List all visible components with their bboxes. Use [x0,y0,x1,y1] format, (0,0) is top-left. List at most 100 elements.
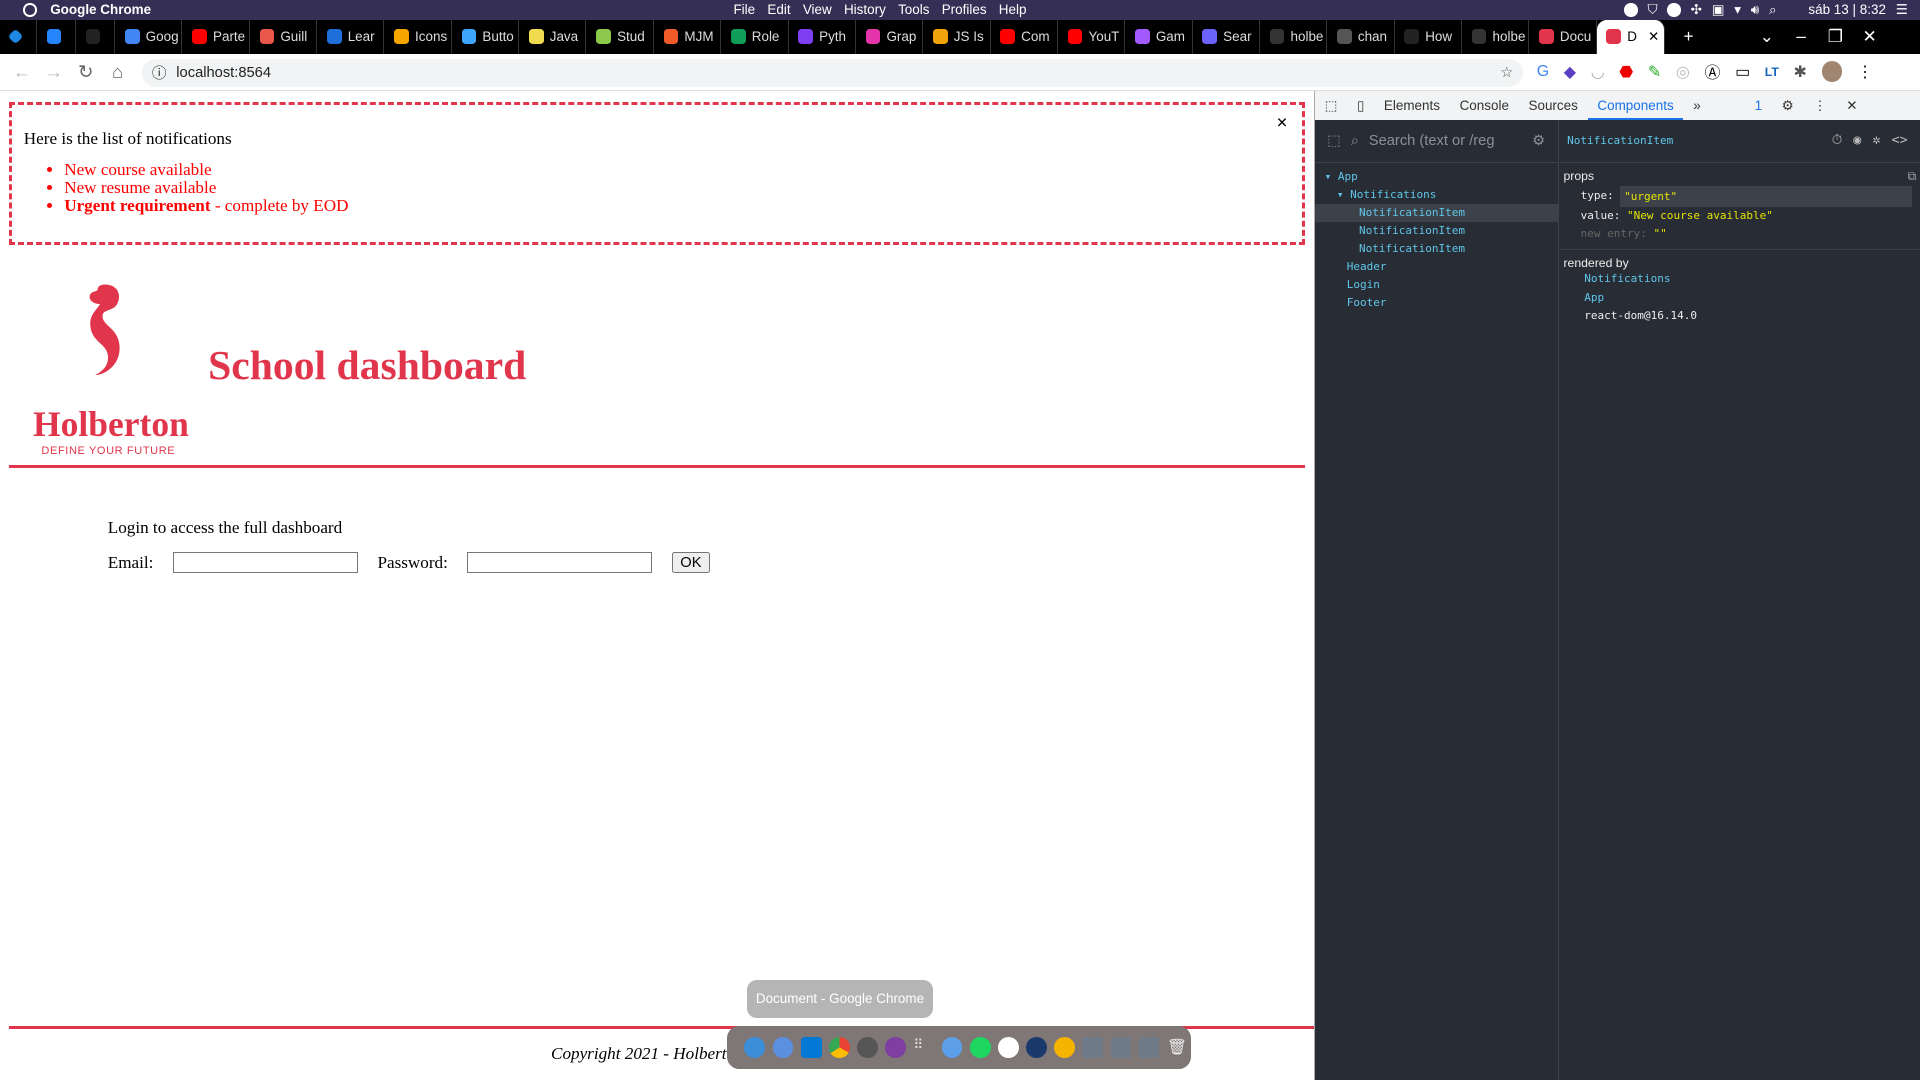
menu-tools[interactable]: Tools [898,2,929,17]
close-notifications-button[interactable]: × [1276,113,1287,135]
browser-tab[interactable]: How [1395,19,1462,54]
tab-sources[interactable]: Sources [1519,91,1588,120]
terminal-icon[interactable] [857,1037,878,1058]
tab-search-icon[interactable]: ⌄ [1758,26,1775,47]
google-translate-icon[interactable]: G [1537,63,1549,81]
kebab-menu-icon[interactable]: ⋮ [1857,62,1873,82]
tray-icon[interactable] [1667,3,1681,17]
avatar[interactable] [1821,61,1843,83]
tree-node[interactable]: Login [1315,276,1558,294]
volume-icon[interactable]: 🔊︎ [1751,2,1759,18]
bookmark-star-icon[interactable]: ☆ [1500,64,1513,81]
unknown-app-icon[interactable] [1110,1037,1132,1058]
password-field[interactable] [467,552,653,574]
tree-node[interactable]: NotificationItem [1315,240,1558,258]
menu-history[interactable]: History [844,2,886,17]
new-tab-icon[interactable]: + [1680,26,1697,47]
search-app-icon[interactable] [744,1037,766,1058]
search-icon[interactable]: ⌕ [1769,2,1777,18]
tree-node[interactable]: ▾ App [1315,168,1558,186]
url-text[interactable]: localhost:8564 [176,65,271,81]
select-component-icon[interactable]: ⬚ [1327,132,1341,149]
slack-icon[interactable]: ✣ [1691,2,1702,18]
info-icon[interactable]: ⓘ [152,62,167,83]
browser-tab[interactable]: Goog [115,19,183,54]
browser-tab[interactable]: Java [519,19,587,54]
tab-console[interactable]: Console [1450,91,1519,120]
menu-file[interactable]: File [733,2,755,17]
terminal-icon[interactable]: ▣ [1712,2,1725,18]
gear-icon[interactable]: ⚙ [1772,91,1804,120]
close-window-icon[interactable]: ✕ [1861,26,1878,47]
puzzle-icon[interactable]: ✱ [1794,62,1807,82]
rendered-by-item[interactable]: Notifications [1563,270,1916,288]
tree-node-selected[interactable]: NotificationItem [1314,203,1558,223]
extension-icon[interactable]: ◎ [1676,62,1690,82]
inspect-element-icon[interactable]: ⬚ [1315,91,1347,120]
trash-icon[interactable]: 🗑︎ [1167,1037,1188,1058]
vscode-icon[interactable] [800,1037,822,1058]
chrome-icon[interactable] [828,1037,850,1058]
tab-components[interactable]: Components [1587,91,1684,120]
files-icon[interactable] [772,1037,794,1058]
copy-icon[interactable]: ⧉ [1908,169,1917,184]
tree-node[interactable]: Footer [1315,294,1558,312]
kebab-menu-icon[interactable]: ⋮ [1803,91,1836,120]
browser-tab[interactable]: Stud [586,19,654,54]
languagetool-icon[interactable]: LT [1765,65,1779,79]
browser-tab[interactable]: JS Is [923,19,991,54]
browser-tab[interactable]: Lear [317,19,385,54]
browser-tab[interactable]: Gam [1125,19,1193,54]
extension-a-icon[interactable]: Ⓐ [1704,60,1720,83]
extension-icon[interactable]: ◆ [1564,62,1576,82]
adblock-icon[interactable]: ⬣ [1619,62,1633,82]
spotify-icon[interactable] [969,1037,991,1058]
browser-tab[interactable]: YouT [1058,19,1126,54]
eye-icon[interactable]: ◉ [1853,133,1861,148]
browser-tab[interactable]: Docu [1529,19,1597,54]
ok-button[interactable]: OK [671,552,710,573]
tree-node[interactable]: Header [1315,258,1558,276]
rendered-by-item[interactable]: App [1563,289,1916,307]
pocket-icon[interactable]: ◡ [1591,62,1605,82]
browser-tab[interactable]: chan [1327,19,1395,54]
toggle-app-icon[interactable] [941,1037,963,1058]
browser-tab[interactable]: holbe [1260,19,1328,54]
new-prop-entry[interactable]: new entry: "" [1563,225,1916,243]
browser-tab[interactable]: holbe [1462,19,1530,54]
code-icon[interactable]: <> [1892,133,1908,148]
unknown-app-icon[interactable] [1082,1037,1104,1058]
tray-icon[interactable] [1624,3,1638,17]
home-icon[interactable]: ⌂ [102,61,134,83]
clock[interactable]: sáb 13 | 8:32 [1808,2,1886,17]
prop-type-editor[interactable]: "urgent" [1620,186,1912,207]
browser-tab[interactable]: Grap [856,19,924,54]
more-tabs-icon[interactable]: » [1683,91,1710,120]
browser-tab[interactable]: Guill [250,19,318,54]
browser-tab[interactable]: Parte [182,19,250,54]
app-icon[interactable] [1054,1037,1076,1058]
address-bar[interactable]: ⓘ localhost:8564 ☆ [142,58,1524,87]
menu-profiles[interactable]: Profiles [942,2,987,17]
reload-icon[interactable]: ↻ [70,61,102,83]
menu-help[interactable]: Help [999,2,1027,17]
browser-tab[interactable]: Role [721,19,789,54]
unknown-app-icon[interactable] [1138,1037,1160,1058]
slack-icon[interactable] [997,1037,1019,1058]
app-icon[interactable] [1026,1037,1047,1058]
settings-sliders-icon[interactable]: ☰ [1896,2,1908,18]
tab-elements[interactable]: Elements [1374,91,1450,120]
screenshot-icon[interactable]: ▭ [1735,62,1750,82]
pinned-tab[interactable] [76,19,116,54]
tree-node[interactable]: NotificationItem [1315,222,1558,240]
pinned-tab[interactable] [0,19,37,54]
email-field[interactable] [172,552,358,574]
browser-tab[interactable]: MJM [654,19,722,54]
menu-edit[interactable]: Edit [767,2,790,17]
browser-tab[interactable]: Icons [384,19,452,54]
bug-icon[interactable]: ✲ [1872,133,1880,148]
os-logo-icon[interactable] [23,3,37,17]
stopwatch-icon[interactable]: ⏱ [1832,133,1843,148]
chevron-down-icon[interactable]: ▾ [1734,2,1741,18]
browser-tab[interactable]: Com [991,19,1058,54]
